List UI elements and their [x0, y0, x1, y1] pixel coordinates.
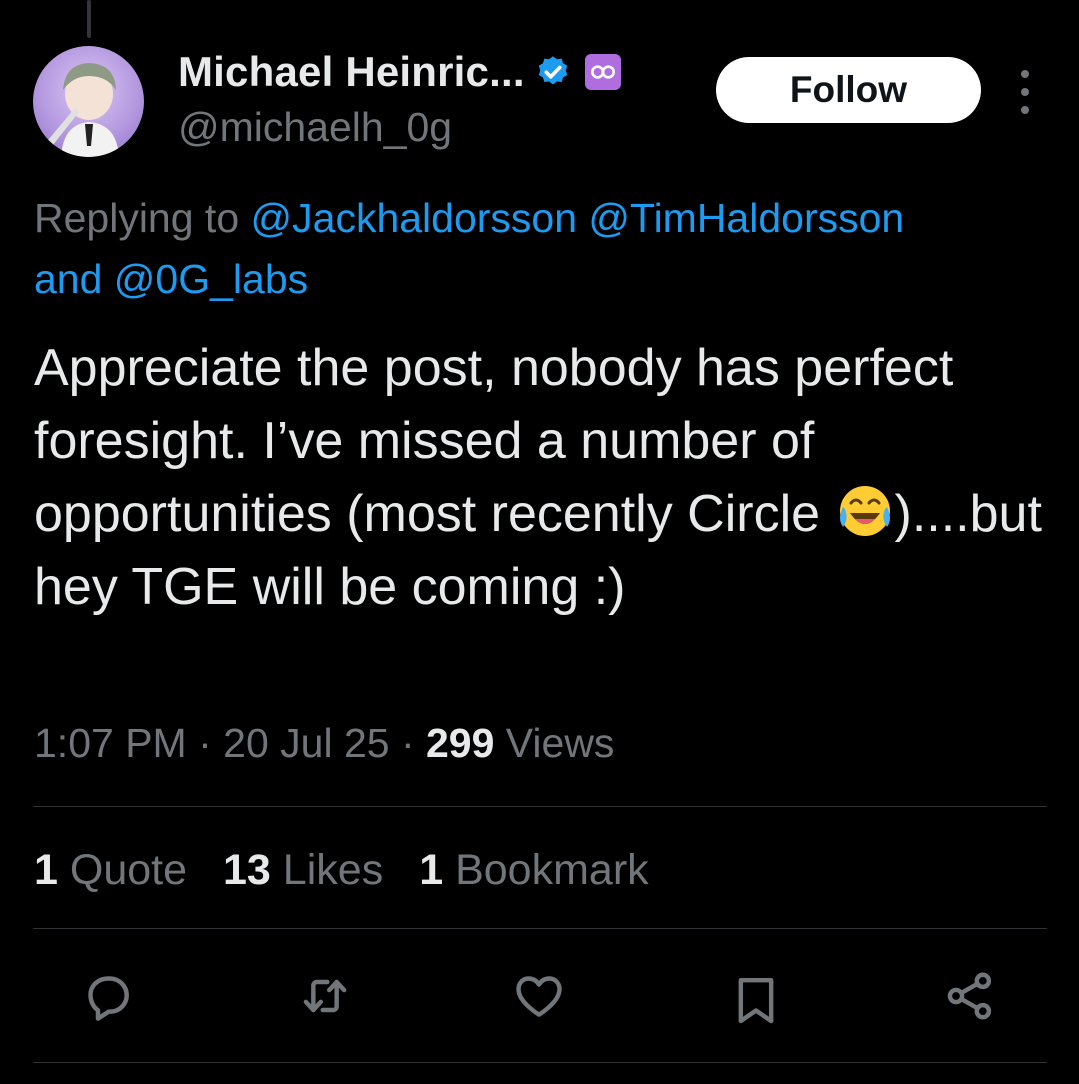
- meta-separator: ·: [186, 720, 224, 766]
- share-icon[interactable]: [938, 964, 1002, 1028]
- bookmarks-count: 1: [419, 846, 444, 894]
- like-icon[interactable]: [507, 964, 571, 1028]
- avatar[interactable]: [33, 46, 144, 157]
- likes-count: 13: [223, 846, 271, 894]
- views-count: 299: [425, 720, 495, 766]
- follow-button[interactable]: Follow: [716, 57, 981, 123]
- divider: [33, 928, 1047, 929]
- likes-stat[interactable]: 13 Likes: [223, 846, 383, 895]
- quotes-stat[interactable]: 1 Quote: [34, 846, 187, 895]
- retweet-icon[interactable]: [293, 964, 357, 1028]
- quotes-label: Quote: [57, 846, 188, 894]
- mention-jackhaldorsson[interactable]: @Jackhaldorsson: [251, 195, 578, 241]
- meta-separator: ·: [389, 720, 426, 766]
- face-with-tears-of-joy-icon: [835, 483, 895, 539]
- engagement-stats: 1 Quote 13 Likes 1 Bookmark: [34, 846, 649, 895]
- bookmarks-label: Bookmark: [443, 846, 649, 894]
- avatar-image: [43, 63, 119, 157]
- divider: [33, 806, 1047, 807]
- replying-prefix: Replying to: [34, 195, 251, 241]
- tweet-text: Appreciate the post, nobody has perfect …: [34, 332, 1044, 624]
- tweet-time[interactable]: 1:07 PM: [34, 720, 187, 766]
- author-name[interactable]: Michael Heinric...: [178, 48, 525, 96]
- tweet-meta: 1:07 PM · 20 Jul 25 · 299 Views: [34, 720, 614, 767]
- action-bar: [0, 960, 1079, 1040]
- reply-icon[interactable]: [76, 964, 140, 1028]
- 0g-labs-badge-icon[interactable]: [584, 54, 621, 90]
- mention-0g-labs[interactable]: and @0G_labs: [34, 256, 308, 302]
- divider: [33, 1062, 1047, 1063]
- verified-badge-icon[interactable]: [535, 54, 571, 90]
- more-vertical-icon[interactable]: [1013, 70, 1037, 114]
- bookmark-icon[interactable]: [724, 968, 788, 1032]
- likes-label: Likes: [270, 846, 384, 894]
- replying-to: Replying to @Jackhaldorsson @TimHaldorss…: [34, 188, 1054, 310]
- author-handle[interactable]: @michaelh_0g: [178, 104, 452, 151]
- quotes-count: 1: [34, 846, 58, 894]
- bookmarks-stat[interactable]: 1 Bookmark: [419, 846, 648, 895]
- tweet-date[interactable]: 20 Jul 25: [223, 720, 389, 766]
- tweet-text-part-1: Appreciate the post, nobody has perfect …: [34, 339, 954, 543]
- thread-connector-line: [87, 0, 91, 38]
- mention-timhaldorsson[interactable]: @TimHaldorsson: [588, 195, 904, 241]
- author-name-row: Michael Heinric...: [178, 48, 621, 96]
- views-label: Views: [494, 720, 615, 766]
